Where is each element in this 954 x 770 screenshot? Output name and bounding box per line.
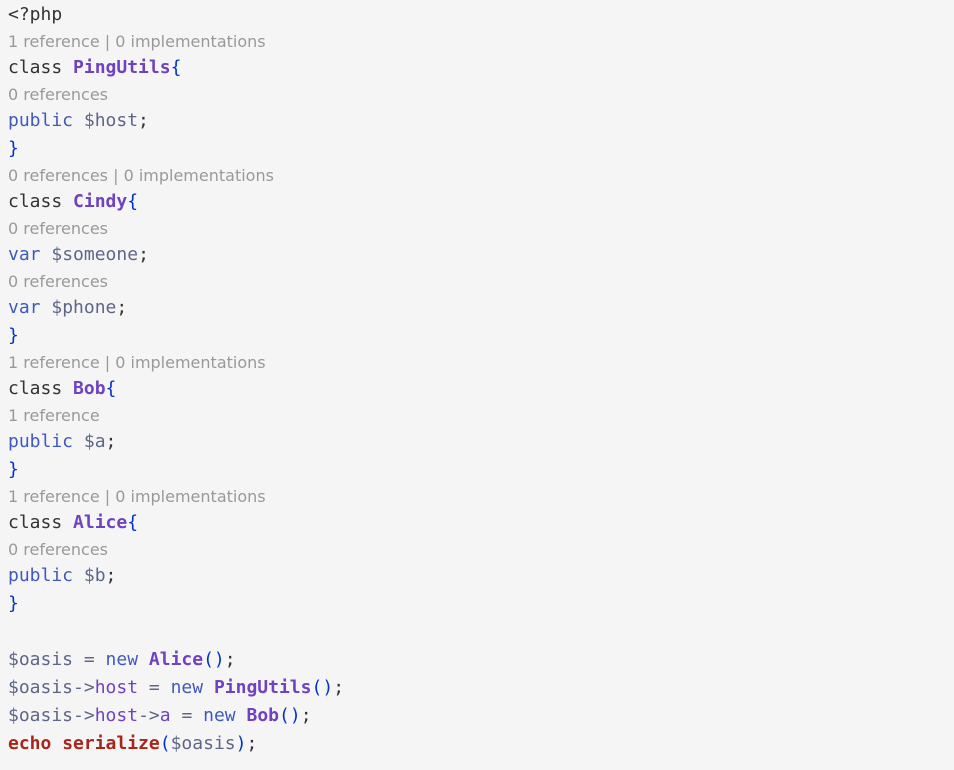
code-token: =	[138, 677, 171, 698]
code-token: echo	[8, 733, 52, 754]
code-token: var	[8, 297, 52, 318]
code-token: {	[105, 378, 117, 399]
code-token: }	[8, 459, 19, 480]
code-token: $oasis	[170, 733, 236, 754]
code-line[interactable]: var $someone;	[8, 241, 954, 269]
code-token: public	[8, 110, 84, 131]
codelens-reference-count[interactable]: 1 reference	[8, 403, 954, 428]
code-token: new	[203, 705, 247, 726]
code-line[interactable]: echo serialize($oasis);	[8, 730, 954, 758]
code-line[interactable]: }	[8, 135, 954, 163]
code-token: new	[105, 649, 149, 670]
code-token: ;	[333, 677, 345, 698]
code-token: Cindy	[73, 191, 128, 212]
codelens-reference-count[interactable]: 0 references	[8, 537, 954, 562]
code-token: <?php	[8, 4, 63, 25]
code-token: ->	[73, 705, 95, 726]
code-token: ;	[300, 705, 312, 726]
codelens-reference-count[interactable]: 0 references	[8, 82, 954, 107]
code-token: ->	[138, 705, 160, 726]
code-token: ;	[246, 733, 258, 754]
code-token: ;	[138, 110, 149, 131]
code-line[interactable]: public $b;	[8, 562, 954, 590]
code-line[interactable]: $oasis = new Alice();	[8, 646, 954, 674]
codelens-reference-count[interactable]: 0 references	[8, 216, 954, 241]
code-token: }	[8, 593, 19, 614]
code-token: ()	[311, 677, 334, 698]
code-token: {	[170, 57, 182, 78]
code-token: host	[94, 705, 139, 726]
code-token: Bob	[73, 378, 106, 399]
code-token: ()	[279, 705, 301, 726]
code-token: host	[94, 677, 139, 698]
code-token: ;	[224, 649, 236, 670]
code-token: var	[8, 244, 52, 265]
code-line[interactable]: class PingUtils{	[8, 54, 954, 82]
codelens-reference-count[interactable]: 0 references	[8, 269, 954, 294]
code-line[interactable]: public $host;	[8, 107, 954, 135]
code-token: class	[8, 378, 74, 399]
code-token: =	[73, 649, 106, 670]
code-token: )	[235, 733, 247, 754]
code-line[interactable]: $oasis->host->a = new Bob();	[8, 702, 954, 730]
code-token: ;	[105, 565, 117, 586]
code-token: Alice	[73, 512, 128, 533]
code-token: class	[8, 512, 74, 533]
code-line[interactable]: var $phone;	[8, 294, 954, 322]
code-token: Bob	[246, 705, 279, 726]
code-token: ->	[73, 677, 95, 698]
code-token: class	[8, 191, 74, 212]
code-token: new	[170, 677, 214, 698]
code-line[interactable]: $oasis->host = new PingUtils();	[8, 674, 954, 702]
code-token: class	[8, 57, 74, 78]
code-token: serialize	[62, 733, 160, 754]
code-line[interactable]: }	[8, 590, 954, 618]
code-token: a	[159, 705, 171, 726]
code-token: $someone	[51, 244, 139, 265]
code-line[interactable]: class Bob{	[8, 375, 954, 403]
code-token: =	[170, 705, 204, 726]
code-token: $a	[83, 431, 106, 452]
code-token: {	[127, 191, 139, 212]
code-token: ()	[203, 649, 225, 670]
code-line[interactable]: class Cindy{	[8, 188, 954, 216]
code-token: ;	[105, 431, 117, 452]
code-token: }	[8, 325, 19, 346]
code-line[interactable]: public $a;	[8, 428, 954, 456]
codelens-reference-count[interactable]: 1 reference | 0 implementations	[8, 484, 954, 509]
code-token: {	[127, 512, 139, 533]
code-token: (	[159, 733, 171, 754]
code-token: public	[8, 565, 84, 586]
codelens-reference-count[interactable]: 1 reference | 0 implementations	[8, 29, 954, 54]
code-token: Alice	[148, 649, 204, 670]
code-token: $oasis	[8, 705, 74, 726]
code-token: $phone	[51, 297, 117, 318]
code-token: ;	[116, 297, 128, 318]
code-editor[interactable]: <?php 1 reference | 0 implementations clas…	[0, 0, 954, 770]
code-token: PingUtils	[73, 57, 171, 78]
code-line[interactable]: }	[8, 322, 954, 350]
code-token: public	[8, 431, 84, 452]
codelens-reference-count[interactable]: 0 references | 0 implementations	[8, 163, 954, 188]
code-token: PingUtils	[213, 677, 312, 698]
codelens-reference-count[interactable]: 1 reference | 0 implementations	[8, 350, 954, 375]
code-token: $host	[83, 110, 139, 131]
code-token: $oasis	[8, 677, 74, 698]
code-token: }	[8, 138, 19, 159]
code-token: ;	[138, 244, 149, 265]
code-line[interactable]: }	[8, 456, 954, 484]
code-line[interactable]: class Alice{	[8, 509, 954, 537]
code-line[interactable]: <?php	[8, 1, 954, 29]
code-token: $b	[83, 565, 106, 586]
code-token: $oasis	[8, 649, 74, 670]
